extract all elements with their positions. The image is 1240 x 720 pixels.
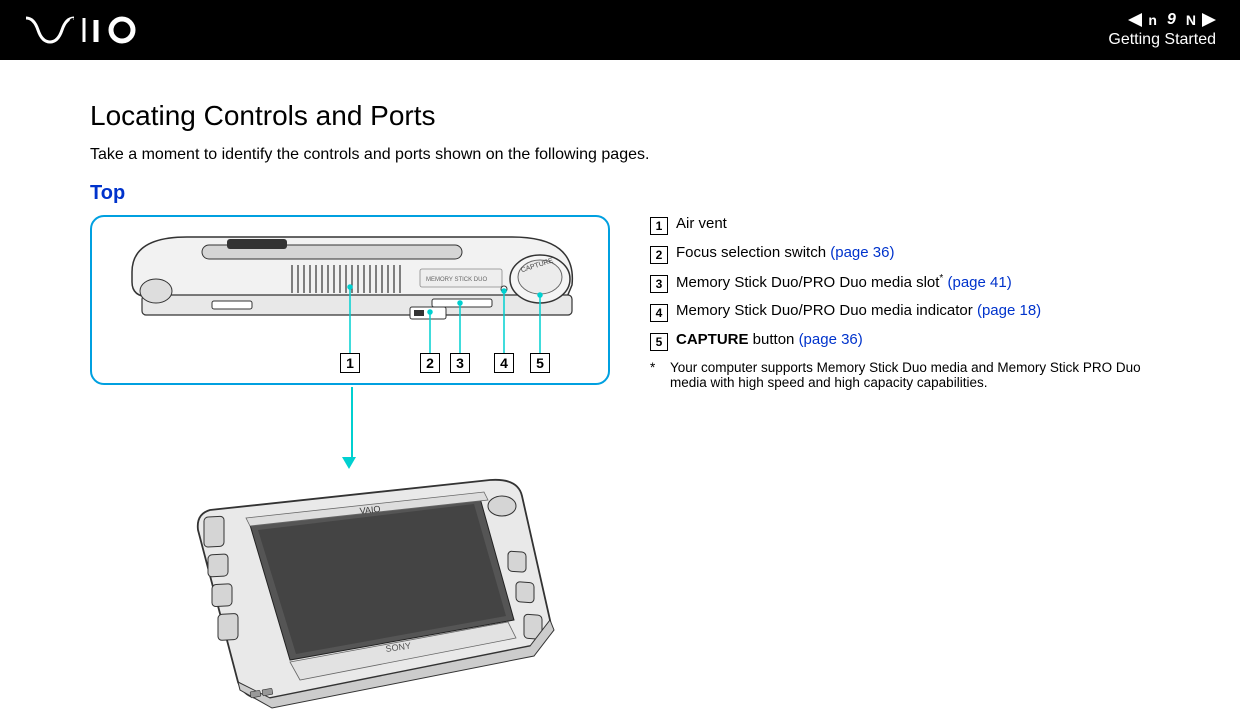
legend-text-bold: CAPTURE [676,331,749,348]
next-nav-letter: N [1186,12,1196,28]
page-link[interactable]: (page 36) [799,331,863,348]
prev-nav-letter: n [1148,12,1157,28]
footnote-text: Your computer supports Memory Stick Duo … [670,360,1150,390]
page-nav: n 9 N [1108,11,1216,29]
callout-5: 5 [530,353,550,373]
legend-text: Focus selection switch [676,244,826,261]
page-number: 9 [1167,11,1176,29]
intro-text: Take a moment to identify the controls a… [90,146,1150,164]
prev-arrow-icon[interactable] [1128,13,1142,27]
next-arrow-icon[interactable] [1202,13,1216,27]
callout-2: 2 [420,353,440,373]
callout-3: 3 [450,353,470,373]
legend-text: Air vent [676,215,727,232]
legend-num: 1 [650,217,668,235]
vaio-logo [24,16,174,44]
legend-item-5: 5 CAPTURE button (page 36) [650,331,1150,351]
page-link[interactable]: (page 36) [830,244,894,261]
callout-4: 4 [494,353,514,373]
footnote: * Your computer supports Memory Stick Du… [650,360,1150,390]
diagram-column: MEMORY STICK DUO CAPTURE [90,215,610,700]
section-title: Getting Started [1108,31,1216,49]
legend-num: 4 [650,304,668,322]
device-top-illustration: MEMORY STICK DUO CAPTURE [90,215,610,385]
legend-item-3: 3 Memory Stick Duo/PRO Duo media slot* (… [650,273,1150,293]
legend-item-4: 4 Memory Stick Duo/PRO Duo media indicat… [650,302,1150,322]
legend-text: button [749,331,795,348]
footnote-star: * [650,360,660,390]
legend-text: Memory Stick Duo/PRO Duo media slot [676,274,939,291]
svg-text:MEMORY STICK DUO: MEMORY STICK DUO [426,277,487,283]
footnote-marker: * [939,273,943,284]
page-title: Locating Controls and Ports [90,100,1150,132]
page-link[interactable]: (page 41) [948,274,1012,291]
legend-item-1: 1 Air vent [650,215,1150,235]
page-header: n 9 N Getting Started [0,0,1240,60]
page-link[interactable]: (page 18) [977,302,1041,319]
callout-legend: 1 Air vent 2 Focus selection switch (pag… [650,215,1150,390]
legend-column: 1 Air vent 2 Focus selection switch (pag… [650,215,1150,700]
diagram-connector-arrow [348,387,356,469]
legend-num: 3 [650,275,668,293]
legend-num: 5 [650,333,668,351]
callout-1: 1 [340,353,360,373]
device-perspective-illustration: VAIO [150,470,570,700]
legend-text: Memory Stick Duo/PRO Duo media indicator [676,302,973,319]
legend-num: 2 [650,246,668,264]
subsection-heading: Top [90,182,1150,205]
legend-item-2: 2 Focus selection switch (page 36) [650,244,1150,264]
